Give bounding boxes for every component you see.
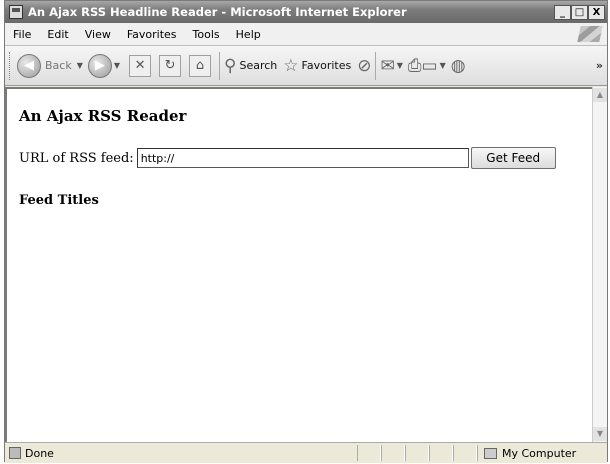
- url-form: URL of RSS feed: Get Feed: [19, 147, 556, 169]
- print-icon[interactable]: ⎙: [408, 55, 422, 77]
- messenger-icon[interactable]: ◍: [451, 55, 466, 77]
- search-button-label[interactable]: Search: [239, 59, 277, 72]
- scroll-up-icon[interactable]: ▲: [593, 88, 607, 102]
- status-panes: [357, 445, 477, 461]
- toolbar-separator: [375, 51, 377, 80]
- title-bar[interactable]: An Ajax RSS Headline Reader - Microsoft …: [5, 1, 607, 23]
- window-controls: _ □ X: [554, 4, 605, 20]
- page-done-icon: [9, 447, 21, 459]
- status-bar: Done My Computer: [5, 442, 607, 463]
- windows-logo-icon: [577, 26, 603, 42]
- status-text: Done: [25, 446, 54, 460]
- back-dropdown-icon[interactable]: ▼: [77, 61, 83, 70]
- status-pane: [381, 445, 405, 461]
- home-icon[interactable]: ⌂: [189, 54, 212, 77]
- favorites-button-label[interactable]: Favorites: [302, 59, 352, 72]
- scroll-down-icon[interactable]: ▼: [593, 427, 607, 441]
- menu-edit[interactable]: Edit: [39, 28, 76, 41]
- toolbar-grip[interactable]: [9, 51, 13, 80]
- toolbar-separator: [219, 51, 221, 80]
- toolbar-overflow-chevron[interactable]: »: [596, 59, 603, 72]
- forward-dropdown-icon[interactable]: ▼: [114, 61, 120, 70]
- mail-icon[interactable]: ✉: [380, 55, 394, 77]
- edit-icon[interactable]: ▭: [422, 55, 438, 77]
- menu-file[interactable]: File: [5, 28, 39, 41]
- page-content: An Ajax RSS Reader URL of RSS feed: Get …: [5, 87, 592, 442]
- menu-view[interactable]: View: [77, 28, 119, 41]
- forward-arrow-icon[interactable]: ▶: [87, 53, 112, 78]
- close-button[interactable]: X: [588, 4, 605, 20]
- status-pane: [405, 445, 429, 461]
- computer-icon: [484, 447, 497, 459]
- menu-bar: File Edit View Favorites Tools Help: [5, 23, 607, 46]
- stop-icon[interactable]: ✕: [129, 54, 152, 77]
- history-icon[interactable]: ⊘: [357, 55, 371, 77]
- favorites-star-icon[interactable]: ☆: [283, 55, 298, 77]
- url-label: URL of RSS feed:: [19, 150, 134, 166]
- status-pane: [357, 445, 381, 461]
- back-button-label[interactable]: Back: [45, 59, 72, 72]
- menu-favorites[interactable]: Favorites: [119, 28, 185, 41]
- window-title: An Ajax RSS Headline Reader - Microsoft …: [28, 5, 407, 19]
- security-zone: My Computer: [477, 445, 607, 461]
- rss-url-input[interactable]: [136, 148, 469, 168]
- refresh-icon[interactable]: ↻: [159, 54, 182, 77]
- page-title: An Ajax RSS Reader: [19, 107, 187, 125]
- minimize-button[interactable]: _: [554, 4, 571, 20]
- mail-dropdown-icon[interactable]: ▼: [397, 61, 403, 70]
- feed-titles-heading: Feed Titles: [19, 193, 99, 208]
- menu-help[interactable]: Help: [228, 28, 269, 41]
- vertical-scrollbar[interactable]: ▲ ▼: [592, 87, 607, 442]
- get-feed-button[interactable]: Get Feed: [470, 147, 556, 169]
- maximize-button[interactable]: □: [571, 4, 588, 20]
- menu-tools[interactable]: Tools: [185, 28, 228, 41]
- standard-toolbar: ◀ Back ▼ ▶ ▼ ✕ ↻ ⌂ ⚲ Search ☆ Favorites …: [5, 46, 607, 86]
- security-zone-label: My Computer: [502, 446, 577, 460]
- status-pane: [453, 445, 477, 461]
- browser-window: An Ajax RSS Headline Reader - Microsoft …: [4, 0, 608, 463]
- status-pane: [429, 445, 453, 461]
- back-arrow-icon[interactable]: ◀: [17, 53, 41, 78]
- edit-dropdown-icon[interactable]: ▼: [440, 61, 446, 70]
- search-icon[interactable]: ⚲: [224, 55, 236, 77]
- ie-app-icon: [9, 5, 23, 19]
